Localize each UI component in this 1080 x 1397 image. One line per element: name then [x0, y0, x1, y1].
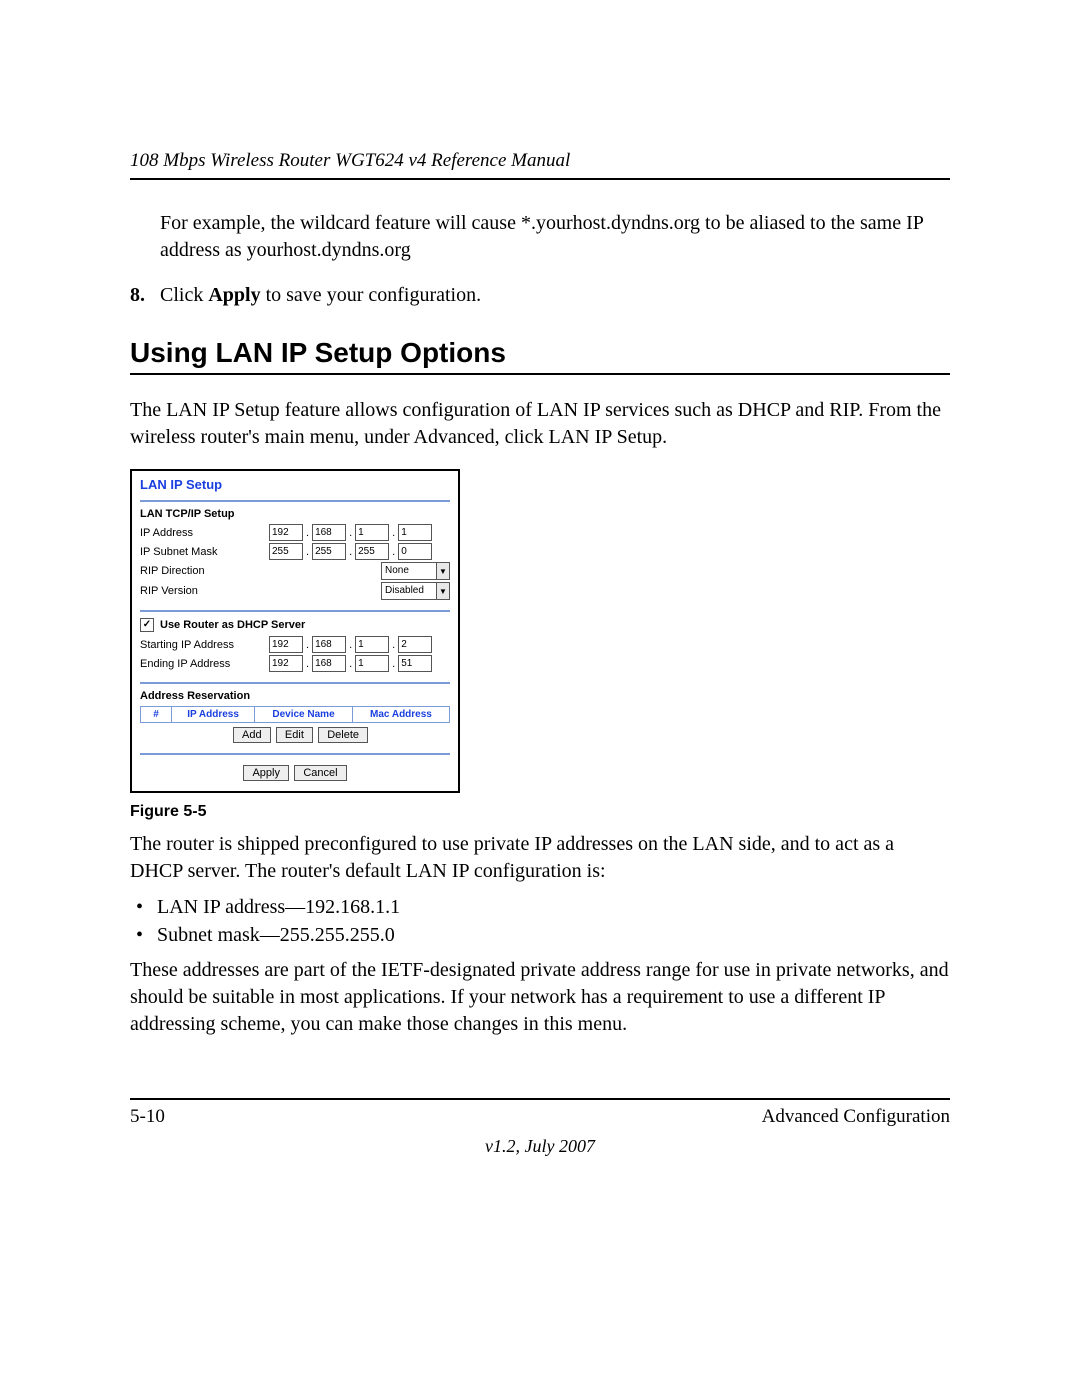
apply-button[interactable]: Apply: [243, 765, 289, 781]
bullet-1: LAN IP address—192.168.1.1: [156, 893, 950, 921]
reservation-table: # IP Address Device Name Mac Address: [140, 706, 450, 723]
end-ip-octet-4[interactable]: 51: [398, 655, 432, 672]
screenshot-title: LAN IP Setup: [140, 477, 450, 496]
rip-direction-row: RIP Direction None ▼: [140, 562, 450, 580]
start-ip-label: Starting IP Address: [140, 639, 268, 651]
lan-ip-setup-screenshot: LAN IP Setup LAN TCP/IP Setup IP Address…: [130, 469, 460, 793]
start-ip-octet-4[interactable]: 2: [398, 636, 432, 653]
step-text-bold: Apply: [208, 284, 260, 306]
start-ip-octet-1[interactable]: 192: [269, 636, 303, 653]
col-num: #: [141, 707, 172, 723]
ip-octet-3[interactable]: 1: [355, 524, 389, 541]
rip-version-label: RIP Version: [140, 585, 381, 597]
page-header: 108 Mbps Wireless Router WGT624 v4 Refer…: [130, 150, 950, 180]
step-text-pre: Click: [160, 284, 208, 306]
end-ip-label: Ending IP Address: [140, 658, 268, 670]
start-ip-octet-2[interactable]: 168: [312, 636, 346, 653]
start-ip-octet-3[interactable]: 1: [355, 636, 389, 653]
ip-address-label: IP Address: [140, 527, 268, 539]
subnet-row: IP Subnet Mask 255. 255. 255. 0: [140, 543, 450, 560]
reservation-heading: Address Reservation: [140, 690, 450, 702]
ip-octet-4[interactable]: 1: [398, 524, 432, 541]
subnet-label: IP Subnet Mask: [140, 546, 268, 558]
intro-paragraph: For example, the wildcard feature will c…: [160, 210, 950, 264]
ip-address-row: IP Address 192. 168. 1. 1: [140, 524, 450, 541]
rip-version-select[interactable]: Disabled: [381, 582, 437, 600]
cancel-button[interactable]: Cancel: [294, 765, 346, 781]
ip-octet-2[interactable]: 168: [312, 524, 346, 541]
rip-version-row: RIP Version Disabled ▼: [140, 582, 450, 600]
edit-button[interactable]: Edit: [276, 727, 313, 743]
col-device: Device Name: [255, 707, 353, 723]
footer-page-num: 5-10: [130, 1106, 165, 1128]
add-button[interactable]: Add: [233, 727, 271, 743]
rip-direction-select[interactable]: None: [381, 562, 437, 580]
end-ip-octet-3[interactable]: 1: [355, 655, 389, 672]
subnet-octet-3[interactable]: 255: [355, 543, 389, 560]
end-ip-row: Ending IP Address 192. 168. 1. 51: [140, 655, 450, 672]
dhcp-checkbox-label: Use Router as DHCP Server: [160, 619, 305, 631]
section-intro-para: The LAN IP Setup feature allows configur…: [130, 397, 950, 451]
start-ip-row: Starting IP Address 192. 168. 1. 2: [140, 636, 450, 653]
section-heading: Using LAN IP Setup Options: [130, 337, 950, 375]
page-footer: 5-10 Advanced Configuration: [130, 1098, 950, 1128]
step-number: 8.: [130, 284, 160, 307]
end-ip-octet-2[interactable]: 168: [312, 655, 346, 672]
chevron-down-icon[interactable]: ▼: [437, 582, 450, 600]
bullet-list: LAN IP address—192.168.1.1 Subnet mask—2…: [130, 893, 950, 949]
bullet-2: Subnet mask—255.255.255.0: [156, 921, 950, 949]
footer-section: Advanced Configuration: [762, 1106, 950, 1128]
dhcp-checkbox[interactable]: ✓: [140, 618, 154, 632]
end-ip-octet-1[interactable]: 192: [269, 655, 303, 672]
delete-button[interactable]: Delete: [318, 727, 368, 743]
subnet-octet-4[interactable]: 0: [398, 543, 432, 560]
subnet-octet-2[interactable]: 255: [312, 543, 346, 560]
post-para-2: These addresses are part of the IETF-des…: [130, 957, 950, 1038]
col-ip: IP Address: [172, 707, 255, 723]
subnet-octet-1[interactable]: 255: [269, 543, 303, 560]
step-text-post: to save your configuration.: [261, 284, 482, 306]
post-para-1: The router is shipped preconfigured to u…: [130, 831, 950, 885]
dhcp-checkbox-row: ✓ Use Router as DHCP Server: [140, 618, 450, 632]
tcpip-heading: LAN TCP/IP Setup: [140, 508, 450, 520]
col-mac: Mac Address: [352, 707, 449, 723]
footer-version: v1.2, July 2007: [130, 1136, 950, 1157]
chevron-down-icon[interactable]: ▼: [437, 562, 450, 580]
step-8: 8. Click Apply to save your configuratio…: [130, 284, 950, 307]
rip-direction-label: RIP Direction: [140, 565, 381, 577]
ip-octet-1[interactable]: 192: [269, 524, 303, 541]
figure-caption: Figure 5-5: [130, 803, 950, 821]
